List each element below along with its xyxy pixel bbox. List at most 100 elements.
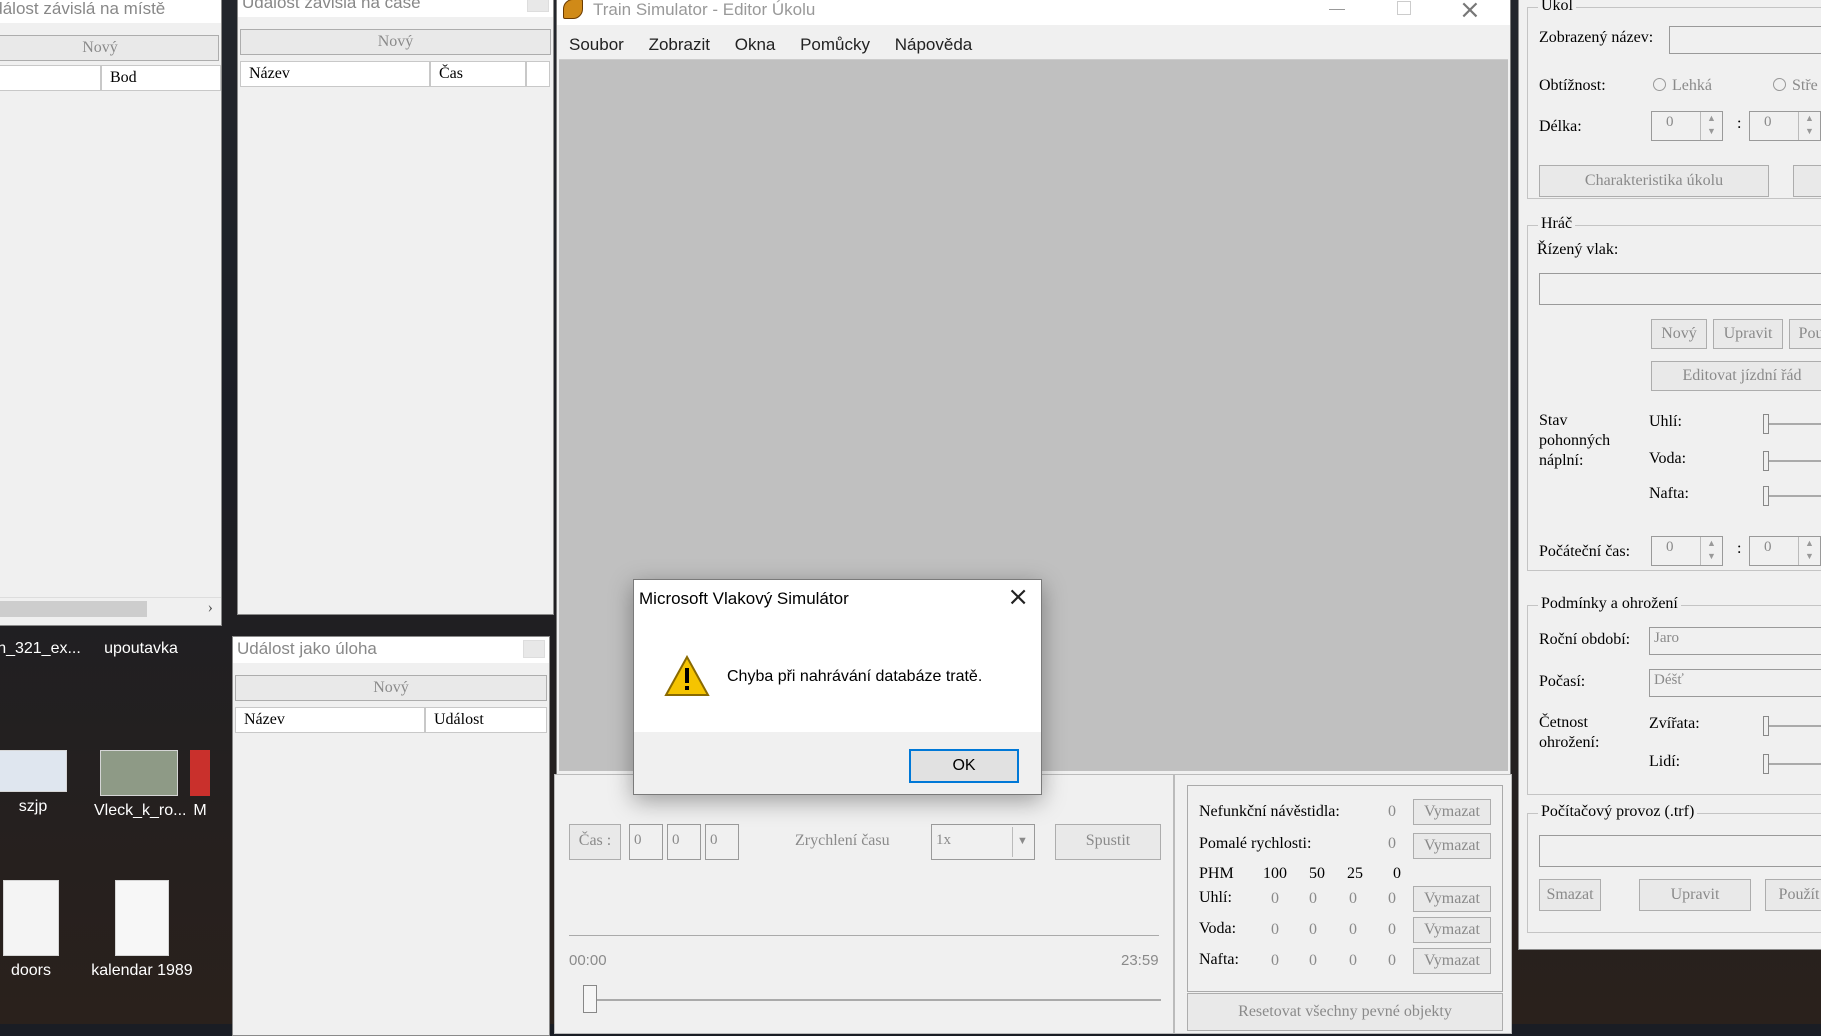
clear-signals-button[interactable]: Vymazat: [1413, 799, 1491, 825]
length-hours-spinner[interactable]: 0 ▲ ▼: [1651, 111, 1723, 141]
clear-coal-button[interactable]: Vymazat: [1413, 886, 1491, 912]
column-header-name[interactable]: Název: [240, 61, 430, 87]
difficulty-easy-label: Lehká: [1672, 77, 1712, 94]
fuel-diesel-slider[interactable]: [1763, 486, 1821, 506]
radio-icon: [1653, 78, 1666, 91]
display-name-input[interactable]: [1669, 26, 1821, 54]
desktop-icon[interactable]: n_321_ex...: [0, 640, 84, 658]
run-button[interactable]: Spustit: [1055, 824, 1161, 860]
desktop-icon-vleck[interactable]: Vleck_k_ro...: [94, 750, 186, 820]
task-extra-button[interactable]: [1793, 165, 1821, 197]
menu-view[interactable]: Zobrazit: [649, 35, 710, 54]
minimize-icon[interactable]: [1329, 9, 1345, 10]
spinner-arrows-icon[interactable]: ▲ ▼: [1700, 537, 1722, 565]
column-header-time[interactable]: Čas: [430, 61, 526, 87]
desktop-icon-label: doors: [10, 962, 52, 979]
train-use-button[interactable]: Pou: [1789, 319, 1821, 349]
time-event-window: Událost závislá na čase Nový Název Čas: [237, 0, 554, 615]
new-button[interactable]: Nový: [0, 35, 219, 61]
close-icon[interactable]: ×: [1007, 582, 1029, 612]
timeline-start-label: 00:00: [569, 952, 607, 969]
menu-bar: Soubor Zobrazit Okna Pomůcky Nápověda: [569, 35, 992, 55]
reset-objects-button[interactable]: Resetovat všechny pevné objekty: [1187, 993, 1503, 1031]
column-header-event[interactable]: Událost: [425, 707, 547, 733]
people-slider[interactable]: [1763, 754, 1821, 774]
train-new-button[interactable]: Nový: [1651, 319, 1707, 349]
close-icon[interactable]: [527, 0, 549, 12]
new-button[interactable]: Nový: [240, 29, 551, 55]
desktop: n_321_ex... upoutavka szjp Vleck_k_ro...…: [0, 0, 1821, 1036]
traffic-edit-button[interactable]: Upravit: [1639, 879, 1751, 911]
timeline-slider[interactable]: [583, 985, 1161, 1013]
close-icon[interactable]: ×: [1459, 0, 1481, 25]
traffic-delete-button[interactable]: Smazat: [1539, 879, 1601, 911]
broken-signals-label: Nefunkční návěstidla:: [1199, 803, 1340, 820]
timeline-thumb[interactable]: [583, 985, 597, 1013]
column-header-blank[interactable]: [0, 65, 101, 91]
diesel-value: 0: [1271, 952, 1279, 969]
desktop-icon-doors[interactable]: doors: [0, 880, 76, 980]
traffic-group: Počítačový provoz (.trf): [1527, 803, 1821, 933]
fuel-coal-slider[interactable]: [1763, 414, 1821, 434]
spinner-arrows-icon[interactable]: ▲ ▼: [1700, 112, 1722, 140]
desktop-icon-kalendar[interactable]: kalendar 1989: [88, 880, 196, 980]
spinner-arrows-icon[interactable]: ▲ ▼: [1798, 112, 1820, 140]
start-hours-value: 0: [1666, 539, 1674, 555]
horizontal-scrollbar[interactable]: ›: [0, 597, 221, 619]
length-minutes-spinner[interactable]: 0 ▲ ▼: [1749, 111, 1821, 141]
season-select[interactable]: Jaro: [1649, 627, 1821, 655]
spinner-arrows-icon[interactable]: ▲ ▼: [1798, 537, 1820, 565]
column-header-point[interactable]: Bod: [101, 65, 221, 91]
close-icon[interactable]: [523, 640, 545, 658]
time-minutes-field[interactable]: 0: [667, 824, 701, 860]
start-minutes-spinner[interactable]: 0 ▲ ▼: [1749, 536, 1821, 566]
slow-speeds-value: 0: [1388, 835, 1396, 852]
edit-timetable-button[interactable]: Editovat jízdní řád: [1651, 361, 1821, 391]
difficulty-easy-radio[interactable]: Lehká: [1653, 77, 1712, 95]
menu-tools[interactable]: Pomůcky: [800, 35, 870, 54]
slider-thumb[interactable]: [1763, 486, 1769, 506]
fuel-diesel-label: Nafta:: [1649, 485, 1689, 502]
slider-thumb[interactable]: [1763, 754, 1769, 774]
time-button[interactable]: Čas :: [569, 824, 621, 860]
slider-thumb[interactable]: [1763, 716, 1769, 736]
maximize-icon[interactable]: [1397, 1, 1411, 15]
driven-train-input[interactable]: [1539, 273, 1821, 305]
fuel-water-slider[interactable]: [1763, 451, 1821, 471]
menu-help[interactable]: Nápověda: [895, 35, 973, 54]
time-hours-field[interactable]: 0: [629, 824, 663, 860]
slider-thumb[interactable]: [1763, 414, 1769, 434]
acceleration-select[interactable]: 1x ▼: [931, 824, 1035, 860]
traffic-use-button[interactable]: Použít: [1765, 879, 1821, 911]
clear-speeds-button[interactable]: Vymazat: [1413, 833, 1491, 859]
place-event-window: Událost závislá na místě Nový Bod ›: [0, 0, 222, 626]
slider-thumb[interactable]: [1763, 451, 1769, 471]
desktop-icon-upoutavka[interactable]: upoutavka: [96, 640, 186, 658]
scroll-right-icon[interactable]: ›: [208, 599, 213, 617]
new-button[interactable]: Nový: [235, 675, 547, 701]
menu-file[interactable]: Soubor: [569, 35, 624, 54]
column-header-extra[interactable]: [526, 61, 550, 87]
task-characteristics-button[interactable]: Charakteristika úkolu: [1539, 165, 1769, 197]
weather-select[interactable]: Déšť: [1649, 669, 1821, 697]
train-edit-button[interactable]: Upravit: [1713, 319, 1783, 349]
length-hours-value: 0: [1666, 114, 1674, 130]
start-hours-spinner[interactable]: 0 ▲ ▼: [1651, 536, 1723, 566]
length-label: Délka:: [1539, 118, 1582, 135]
clear-water-button[interactable]: Vymazat: [1413, 917, 1491, 943]
diesel-value: 0: [1309, 952, 1317, 969]
scrollbar-thumb[interactable]: [0, 601, 147, 617]
document-thumbnail-icon: [115, 880, 169, 956]
desktop-icon-m[interactable]: M: [180, 750, 220, 820]
menu-windows[interactable]: Okna: [735, 35, 776, 54]
column-header-name[interactable]: Název: [235, 707, 425, 733]
traffic-file-input[interactable]: [1539, 835, 1821, 867]
time-seconds-field[interactable]: 0: [705, 824, 739, 860]
window-title: Událost závislá na místě: [0, 0, 221, 23]
task-event-window: Událost jako úloha Nový Název Událost: [232, 636, 550, 1036]
animals-slider[interactable]: [1763, 716, 1821, 736]
difficulty-medium-radio[interactable]: Stře: [1773, 77, 1818, 95]
ok-button[interactable]: OK: [909, 749, 1019, 783]
clear-diesel-button[interactable]: Vymazat: [1413, 948, 1491, 974]
desktop-icon-szjp[interactable]: szjp: [0, 750, 78, 816]
